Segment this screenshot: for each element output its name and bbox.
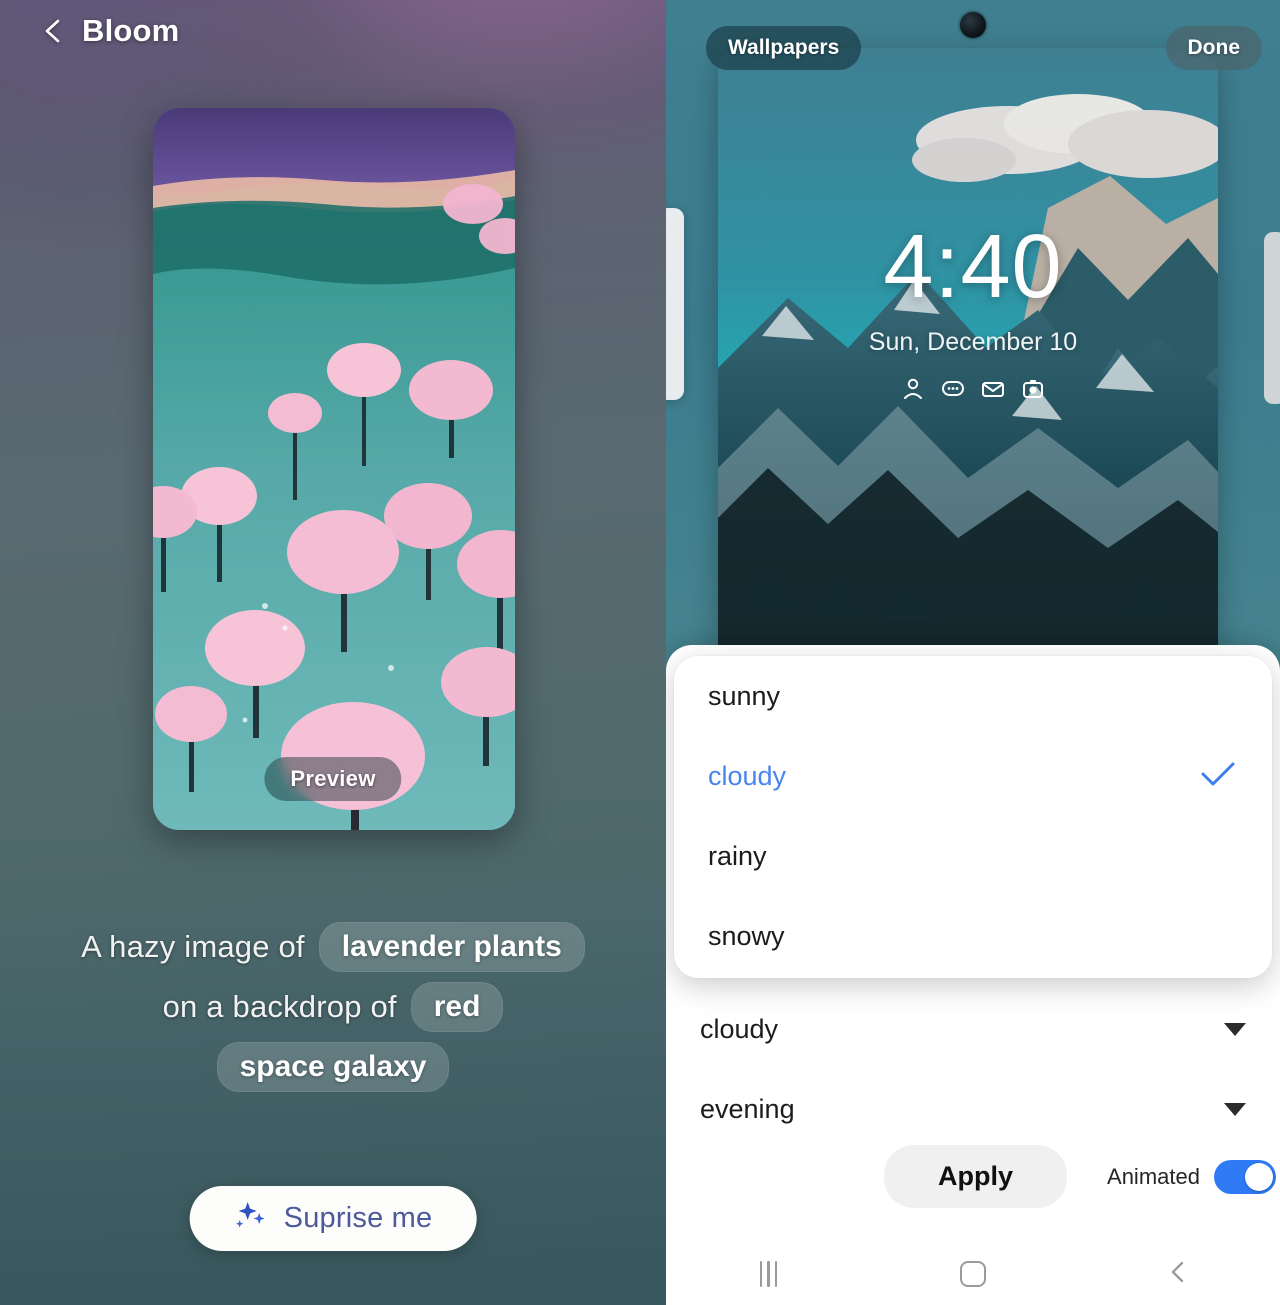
back-chevron-icon (1165, 1259, 1191, 1290)
wallpapers-button[interactable]: Wallpapers (706, 26, 862, 70)
sparkles-icon (234, 1200, 268, 1237)
lock-screen-clock: 4:40 (883, 217, 1063, 317)
option-cloudy[interactable]: cloudy (674, 736, 1272, 816)
animated-setting: Animated (1107, 1159, 1276, 1194)
time-of-day-select-row[interactable]: evening (666, 1069, 1280, 1149)
wallpaper-preview-image[interactable] (153, 108, 515, 830)
surprise-me-button[interactable]: Suprise me (189, 1186, 477, 1251)
option-rainy[interactable]: rainy (674, 816, 1272, 896)
recents-button[interactable] (723, 1249, 813, 1299)
back-chevron-icon[interactable] (38, 16, 68, 46)
prompt-static-text-2: on a backdrop of (162, 989, 397, 1024)
envelope-icon[interactable] (980, 376, 1006, 402)
done-button[interactable]: Done (1165, 26, 1262, 70)
recents-icon (759, 1261, 778, 1287)
time-of-day-select-value: evening (700, 1093, 795, 1124)
apply-button[interactable]: Apply (884, 1145, 1068, 1208)
prompt-chip-backdrop[interactable]: space galaxy (216, 1042, 450, 1092)
prompt-static-text-1: A hazy image of (81, 929, 305, 964)
prompt-line-2: on a backdrop of red (163, 982, 504, 1032)
panel-header: Bloom (0, 0, 666, 62)
prompt-chip-subject[interactable]: lavender plants (318, 922, 585, 972)
weather-select-row[interactable]: cloudy (666, 989, 1280, 1069)
option-snowy[interactable]: snowy (674, 896, 1272, 976)
weather-options-popup: sunny cloudy rainy snowy (674, 656, 1272, 978)
option-label: snowy (708, 920, 785, 951)
home-icon (959, 1261, 986, 1287)
prompt-line-1: A hazy image of lavender plants (81, 922, 585, 972)
option-label: sunny (708, 680, 781, 711)
chat-bubble-icon[interactable] (940, 376, 966, 402)
option-sunny[interactable]: sunny (674, 656, 1272, 736)
animated-label: Animated (1107, 1163, 1200, 1189)
app-screenshot: Bloom Preview A hazy image of lavender p… (0, 0, 1280, 1305)
home-button[interactable] (928, 1249, 1018, 1299)
option-label: cloudy (708, 760, 787, 791)
caret-down-icon[interactable] (1224, 1022, 1246, 1036)
lock-screen-settings-panel: Wallpapers Done 4:40 Sun, December 10 cl… (666, 0, 1280, 1305)
page-title: Bloom (82, 13, 180, 48)
sheet-actions: Apply Animated (666, 1145, 1280, 1208)
lock-screen-shortcuts (666, 376, 1280, 402)
prompt-line-3: space galaxy (216, 1042, 450, 1092)
lock-screen-preview[interactable] (718, 48, 1218, 668)
option-label: rainy (708, 840, 767, 871)
surprise-me-label: Suprise me (283, 1202, 433, 1234)
prompt-editor: A hazy image of lavender plants on a bac… (0, 922, 666, 1092)
system-navigation-bar (666, 1243, 1280, 1305)
caret-down-icon[interactable] (1224, 1102, 1246, 1116)
settings-rows: cloudy evening (666, 989, 1280, 1149)
check-icon (1198, 759, 1238, 794)
preview-label[interactable]: Preview (264, 757, 402, 801)
back-button[interactable] (1133, 1249, 1223, 1299)
camera-icon[interactable] (1020, 376, 1046, 402)
wallpaper-generator-panel: Bloom Preview A hazy image of lavender p… (0, 0, 666, 1305)
camera-punch-hole (960, 12, 986, 38)
lock-screen-date: Sun, December 10 (868, 328, 1078, 356)
toggle-knob (1244, 1162, 1273, 1191)
weather-select-value: cloudy (700, 1013, 779, 1044)
prompt-chip-color[interactable]: red (410, 982, 504, 1032)
animated-toggle[interactable] (1213, 1159, 1276, 1194)
person-icon[interactable] (900, 376, 926, 402)
